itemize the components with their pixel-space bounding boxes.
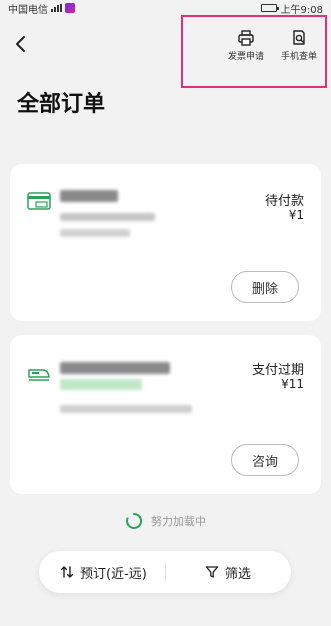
header-actions-highlight: 发票申请 手机查单 [181, 15, 327, 88]
consult-button[interactable]: 咨询 [231, 444, 299, 476]
back-button[interactable] [10, 32, 32, 56]
sort-label: 预订(近-远) [80, 566, 147, 582]
order-price: ¥1 [288, 208, 304, 222]
order-price: ¥11 [281, 377, 304, 391]
carrier-name: 中国电信 [8, 4, 48, 16]
order-detail-redacted [60, 229, 130, 237]
spinner-icon [126, 512, 143, 529]
filter-button[interactable]: 筛选 [205, 551, 251, 593]
page-title: 全部订单 [17, 92, 106, 117]
sort-icon [60, 566, 74, 578]
loading-text: 努力加载中 [151, 515, 206, 528]
loading-indicator: 努力加载中 [0, 512, 331, 530]
status-bar: 中国电信 上午9:08 [0, 0, 331, 16]
status-bar-left: 中国电信 [8, 1, 75, 16]
order-card[interactable]: 待付款 ¥1 删除 [10, 164, 321, 321]
delete-button[interactable]: 删除 [231, 271, 299, 303]
order-tag-redacted [60, 379, 142, 390]
order-status: 待付款 [264, 194, 304, 209]
sort-button[interactable]: 预订(近-远) [60, 551, 147, 593]
battery-icon [260, 4, 279, 12]
order-title-redacted [60, 190, 118, 202]
invoice-request-button[interactable]: 发票申请 [216, 29, 276, 62]
chevron-left-icon [16, 36, 25, 52]
document-search-icon [293, 30, 305, 45]
status-bar-right: 上午9:08 [260, 1, 323, 16]
signal-icon [51, 4, 62, 12]
divider [165, 563, 166, 581]
order-title-redacted [60, 362, 170, 374]
clock: 上午9:08 [280, 4, 323, 16]
bottom-action-bar: 预订(近-远) 筛选 [39, 551, 291, 593]
printer-icon [238, 30, 254, 46]
train-icon [28, 369, 50, 381]
invoice-request-label: 发票申请 [227, 52, 264, 62]
phone-order-query-label: 手机查单 [280, 52, 317, 62]
order-card[interactable]: 支付过期 ¥11 咨询 [10, 335, 321, 494]
filter-label: 筛选 [225, 566, 252, 582]
order-detail-redacted [60, 405, 192, 413]
ticket-icon [27, 192, 51, 210]
phone-order-query-button[interactable]: 手机查单 [269, 29, 329, 62]
order-detail-redacted [60, 213, 155, 221]
order-status: 支付过期 [251, 363, 304, 378]
filter-icon [205, 566, 219, 578]
app-notification-icon [65, 3, 75, 13]
